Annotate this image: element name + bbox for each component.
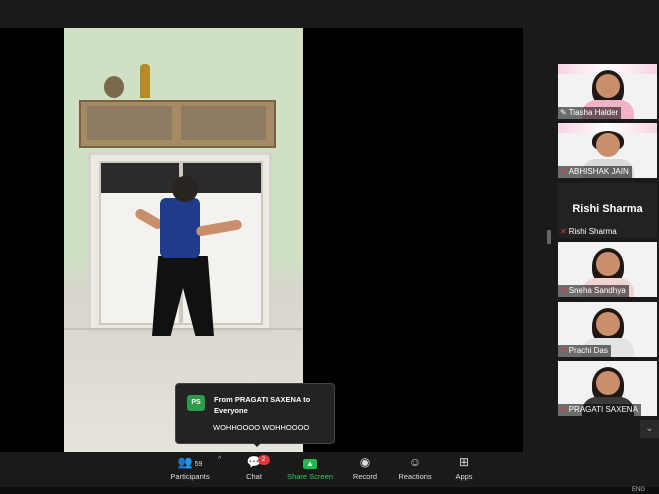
reactions-label: Reactions [398,472,432,481]
chat-message-text: WOHHOOOO WOHHOOOO [213,423,310,432]
apps-button[interactable]: ⊞ Apps [450,452,478,487]
participant-tile[interactable]: ✕ PRAGATI SAXENA [558,361,657,416]
participant-tile[interactable]: ✕ Prachi Das [558,302,657,357]
participant-face [596,371,620,395]
participants-button[interactable]: 👥 59 Participants [164,452,216,487]
chat-label: Chat [246,472,262,481]
people-icon: 👥 59 [177,455,203,469]
chat-bubble-icon: 💬 2 [236,455,272,470]
participant-face [596,74,620,98]
dancer-head [172,176,198,202]
mic-muted-icon: ✕ [560,286,567,295]
smiley-plus-icon: ☺ [408,455,422,469]
caret-up-icon[interactable]: ^ [218,456,221,463]
participant-face [596,312,620,336]
mic-muted-icon: ✕ [560,346,567,355]
participant-name: ABHISHAK JAIN [568,167,629,176]
os-taskbar [0,487,659,494]
record-label: Record [352,472,378,481]
participant-name-tag: ✕ Prachi Das [558,345,611,357]
participants-count: 59 [194,461,203,468]
trophy-decor [140,64,150,98]
participant-tile[interactable]: ✎ Tiasha Halder [558,64,657,119]
participant-tile[interactable]: Rishi Sharma ✕ Rishi Sharma [558,183,657,238]
participants-label: Participants [170,472,210,481]
floor [64,328,303,330]
shelf-glass-left [87,106,172,140]
participant-name-tag: ✕ PRAGATI SAXENA [558,404,641,416]
participant-face [596,133,620,157]
record-icon: ◉ [359,455,371,469]
participant-name-tag: ✕ ABHISHAK JAIN [558,166,632,178]
participant-name-tag: ✕ Rishi Sharma [558,226,620,238]
meeting-toolbar: 👥 59 Participants 💬 2 Chat ▲ Share Screen … [0,452,659,487]
apps-label: Apps [455,472,473,481]
toast-pointer [252,442,262,447]
sender-avatar: PS [187,395,205,411]
share-screen-icon: ▲ [284,455,336,470]
participant-tile[interactable]: ✕ ABHISHAK JAIN [558,123,657,178]
wall-shelf [79,100,276,148]
shelf-glass-right [181,106,266,140]
record-button[interactable]: ◉ Record [347,452,383,487]
participant-name: Prachi Das [568,346,608,355]
chat-sender-line: From PRAGATI SAXENA to Everyone [214,395,311,415]
participant-display-name: Rishi Sharma [572,203,643,215]
share-screen-button[interactable]: ▲ Share Screen [284,452,336,487]
participant-name-tag: ✕ Sneha Sandhya [558,285,629,297]
chevron-down-icon[interactable]: ⌄ [640,420,659,438]
meeting-top-bar [0,0,659,28]
share-screen-label: Share Screen [287,472,333,481]
tray-language: ENG [631,487,645,493]
gallery-strip-resize-handle[interactable] [547,230,551,244]
reactions-button[interactable]: ☺ Reactions [395,452,435,487]
mic-muted-icon: ✕ [560,167,567,176]
mic-muted-icon: ✎ [560,108,567,117]
chat-button[interactable]: 💬 2 Chat [236,452,272,487]
chat-unread-badge: 2 [257,455,270,465]
mic-muted-icon: ✕ [560,405,567,414]
mic-muted-icon: ✕ [560,227,567,236]
participant-name: Tiasha Halder [568,108,619,117]
participant-name: PRAGATI SAXENA [568,405,638,414]
dancer-torso [160,198,200,258]
participant-name: Sneha Sandhya [568,286,626,295]
participant-tile[interactable]: ✕ Sneha Sandhya [558,242,657,297]
chat-notification[interactable]: PS From PRAGATI SAXENA to Everyone WOHHO… [175,383,335,447]
participant-name: Rishi Sharma [568,227,617,236]
trophy-decor [104,76,124,98]
participant-name-tag: ✎ Tiasha Halder [558,107,622,119]
participant-face [596,252,620,276]
apps-grid-icon: ⊞ [458,455,470,469]
